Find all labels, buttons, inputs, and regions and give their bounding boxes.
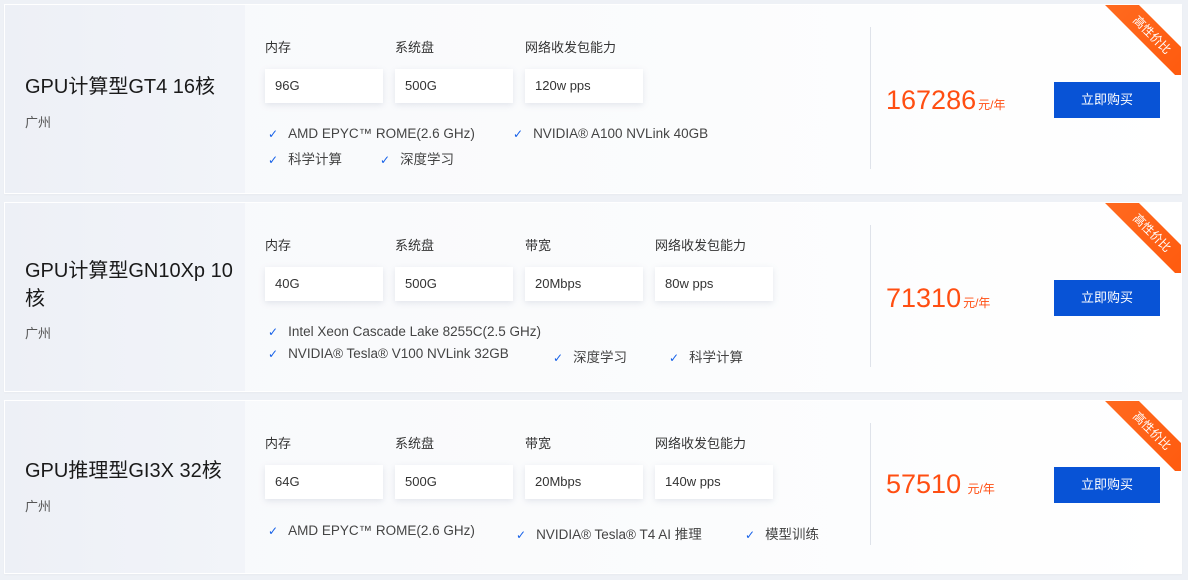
spec-label: 带宽 bbox=[525, 436, 552, 451]
buy-now-button[interactable]: 立即购买 bbox=[1054, 467, 1160, 503]
spec-label: 网络收发包能力 bbox=[525, 40, 617, 55]
spec-label: 带宽 bbox=[525, 238, 552, 253]
feature-item: ✓ 模型训练 bbox=[745, 527, 820, 542]
divider bbox=[870, 423, 871, 545]
buy-now-button[interactable]: 立即购买 bbox=[1054, 280, 1160, 316]
spec-label: 系统盘 bbox=[395, 436, 435, 451]
price-value: 71310 bbox=[886, 283, 962, 313]
product-title: GPU计算型GN10Xp 10核 bbox=[25, 260, 233, 310]
feature-item: ✓ NVIDIA® A100 NVLink 40GB bbox=[513, 126, 709, 141]
spec-label: 网络收发包能力 bbox=[655, 436, 747, 451]
spec-value: 500G bbox=[395, 465, 513, 499]
badge-label: 高性价比 bbox=[1104, 5, 1181, 75]
spec-value: 20Mbps bbox=[525, 465, 643, 499]
spec-label: 内存 bbox=[265, 238, 292, 253]
spec-value: 500G bbox=[395, 69, 513, 103]
price: 57510 元/年 bbox=[886, 469, 995, 500]
check-icon: ✓ bbox=[268, 524, 279, 538]
check-icon: ✓ bbox=[268, 325, 279, 339]
check-icon: ✓ bbox=[380, 153, 391, 167]
spec-label: 系统盘 bbox=[395, 238, 435, 253]
check-icon: ✓ bbox=[553, 351, 564, 365]
spec-value: 20Mbps bbox=[525, 267, 643, 301]
check-icon: ✓ bbox=[513, 127, 524, 141]
price-value: 57510 bbox=[886, 469, 962, 499]
spec-value: 140w pps bbox=[655, 465, 773, 499]
check-icon: ✓ bbox=[669, 351, 680, 365]
product-region: 广州 bbox=[25, 499, 52, 514]
feature-item: ✓ AMD EPYC™ ROME(2.6 GHz) bbox=[268, 126, 475, 141]
price: 71310 元/年 bbox=[886, 283, 990, 314]
product-card: GPU推理型GI3X 32核 广州 内存 系统盘 带宽 网络收发包能力 64G … bbox=[4, 400, 1182, 574]
badge-ribbon: 高性价比 bbox=[1101, 203, 1181, 273]
price: 167286 元/年 bbox=[886, 85, 1005, 116]
feature-item: ✓ NVIDIA® Tesla® T4 AI 推理 bbox=[516, 527, 702, 542]
feature-item: ✓ Intel Xeon Cascade Lake 8255C(2.5 GHz) bbox=[268, 324, 541, 339]
divider bbox=[870, 225, 871, 367]
feature-item: ✓ 深度学习 bbox=[380, 152, 455, 167]
badge-label: 高性价比 bbox=[1104, 203, 1181, 273]
price-unit: 元/年 bbox=[963, 296, 991, 310]
feature-item: ✓ NVIDIA® Tesla® V100 NVLink 32GB bbox=[268, 346, 509, 361]
spec-label: 内存 bbox=[265, 436, 292, 451]
divider bbox=[870, 27, 871, 169]
product-region: 广州 bbox=[25, 326, 52, 341]
card-left-panel bbox=[5, 401, 245, 573]
check-icon: ✓ bbox=[268, 153, 279, 167]
badge-ribbon: 高性价比 bbox=[1101, 401, 1181, 471]
price-value: 167286 bbox=[886, 85, 977, 115]
feature-item: ✓ AMD EPYC™ ROME(2.6 GHz) bbox=[268, 523, 475, 538]
spec-value: 120w pps bbox=[525, 69, 643, 103]
feature-item: ✓ 科学计算 bbox=[268, 152, 343, 167]
spec-value: 96G bbox=[265, 69, 383, 103]
spec-value: 64G bbox=[265, 465, 383, 499]
spec-label: 网络收发包能力 bbox=[655, 238, 747, 253]
check-icon: ✓ bbox=[268, 127, 279, 141]
check-icon: ✓ bbox=[516, 528, 527, 542]
spec-value: 40G bbox=[265, 267, 383, 301]
product-card: GPU计算型GT4 16核 广州 内存 系统盘 网络收发包能力 96G 500G… bbox=[4, 4, 1182, 194]
product-title: GPU推理型GI3X 32核 bbox=[25, 460, 222, 482]
spec-value: 500G bbox=[395, 267, 513, 301]
price-unit: 元/年 bbox=[967, 482, 995, 496]
badge-ribbon: 高性价比 bbox=[1101, 5, 1181, 75]
badge-label: 高性价比 bbox=[1104, 401, 1181, 471]
spec-label: 系统盘 bbox=[395, 40, 435, 55]
product-title: GPU计算型GT4 16核 bbox=[25, 76, 216, 98]
buy-now-button[interactable]: 立即购买 bbox=[1054, 82, 1160, 118]
feature-item: ✓ 科学计算 bbox=[669, 350, 744, 365]
product-region: 广州 bbox=[25, 115, 52, 130]
check-icon: ✓ bbox=[268, 347, 279, 361]
product-card: GPU计算型GN10Xp 10核 广州 内存 系统盘 带宽 网络收发包能力 40… bbox=[4, 202, 1182, 392]
spec-label: 内存 bbox=[265, 40, 292, 55]
spec-value: 80w pps bbox=[655, 267, 773, 301]
price-unit: 元/年 bbox=[978, 98, 1006, 112]
feature-item: ✓ 深度学习 bbox=[553, 350, 628, 365]
check-icon: ✓ bbox=[745, 528, 756, 542]
